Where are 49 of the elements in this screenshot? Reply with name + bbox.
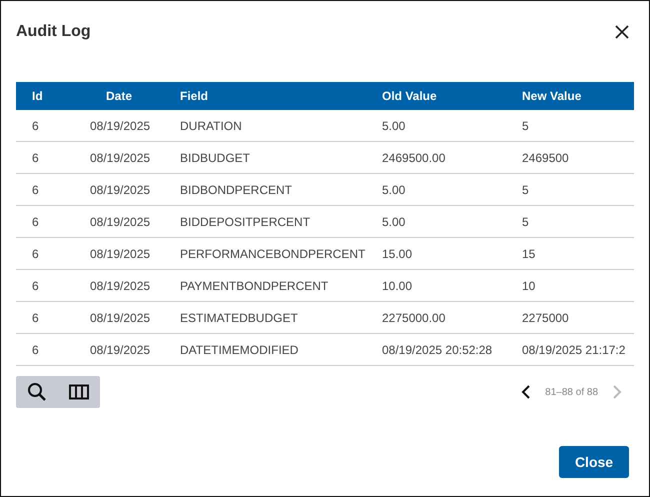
table-cell-text: 5.00 [382, 118, 406, 132]
table-cell-text: 08/19/2025 [89, 278, 152, 292]
table-cell-text: ESTIMATEDBUDGET [180, 310, 299, 324]
table-cell-text: 6 [31, 118, 40, 132]
close-button[interactable]: Close [559, 446, 629, 478]
table-cell-text: 6 [31, 310, 40, 324]
table-cell-text: 10.00 [382, 278, 414, 292]
dialog-title: Audit Log [16, 23, 91, 41]
table-cell-text: 6 [31, 246, 40, 260]
table-cell-text: 08/19/2025 [89, 182, 152, 196]
table-cell-text: 10 [522, 278, 536, 292]
close-icon[interactable] [614, 24, 630, 40]
table-cell-text: 5 [522, 182, 530, 196]
column-header[interactable]: Id [16, 89, 74, 103]
table-cell-text: DATETIMEMODIFIED [180, 342, 300, 356]
table-cell-text: BIDBUDGET [180, 150, 252, 164]
table-cell-text: 2469500.00 [382, 150, 446, 164]
table-cell-text: 08/19/2025 21:17:2 [522, 342, 626, 356]
table-cell-text: 08/19/2025 [89, 342, 152, 356]
table-cell-text: 5.00 [382, 182, 406, 196]
table-cell-text: 5 [522, 118, 530, 132]
table-cell-text: 6 [31, 278, 40, 292]
column-header[interactable]: Old Value [382, 89, 522, 103]
table-cell-text: 2275000.00 [382, 310, 446, 324]
table-cell-text: PERFORMANCEBONDPERCENT [180, 246, 366, 260]
table-cell-text: 15 [522, 246, 536, 260]
table-cell-text: 6 [31, 214, 40, 228]
table-cell-text: 6 [31, 182, 40, 196]
table-cell-text: 08/19/2025 [89, 310, 152, 324]
table-cell-text: 08/19/2025 [89, 118, 152, 132]
table-cell-text: 6 [31, 150, 40, 164]
table-cell-text: 5 [522, 214, 530, 228]
table-cell-text: 08/19/2025 20:52:28 [382, 342, 494, 356]
table-cell-text: 5.00 [382, 214, 406, 228]
table-cell-text: 15.00 [382, 246, 414, 260]
column-header[interactable]: Date [74, 89, 180, 103]
page-range: 81–88 of 88 [545, 386, 598, 398]
table-cell-text: 2469500 [522, 150, 570, 164]
table-cell-text: PAYMENTBONDPERCENT [180, 278, 330, 292]
table-cell-text: 08/19/2025 [89, 246, 152, 260]
table-cell-text: 6 [31, 342, 40, 356]
table-cell-text: 08/19/2025 [89, 150, 152, 164]
table-cell-text: 2275000 [522, 310, 570, 324]
column-header[interactable]: Field [180, 89, 382, 103]
table-cell-text: 08/19/2025 [89, 214, 152, 228]
table-cell-text: BIDDEPOSITPERCENT [180, 214, 312, 228]
table-cell-text: BIDBONDPERCENT [180, 182, 294, 196]
column-header[interactable]: New Value [522, 89, 634, 103]
table-cell-text: DURATION [180, 118, 243, 132]
